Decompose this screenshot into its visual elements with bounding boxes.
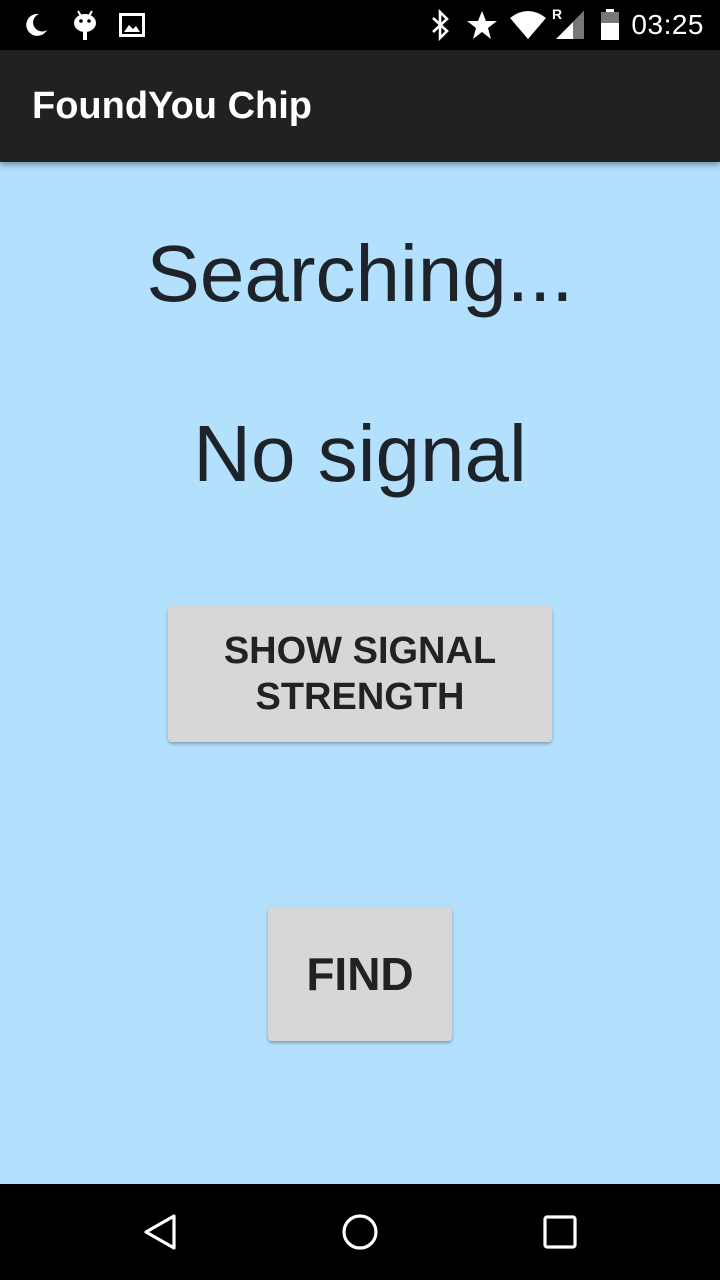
battery-icon: [598, 8, 622, 42]
signal-icon: R: [552, 6, 586, 42]
searching-status-text: Searching...: [146, 229, 574, 318]
bluetooth-icon: [428, 8, 454, 42]
back-icon[interactable]: [136, 1208, 184, 1256]
moon-icon: [20, 8, 52, 42]
home-icon[interactable]: [336, 1208, 384, 1256]
status-time: 03:25: [631, 9, 704, 40]
star-icon: [464, 8, 500, 42]
status-bar: R 03:25: [0, 0, 720, 50]
image-icon: [118, 8, 146, 42]
app-title: FoundYou Chip: [32, 85, 312, 127]
recents-icon[interactable]: [536, 1208, 584, 1256]
roaming-label: R: [552, 6, 563, 22]
show-signal-strength-button[interactable]: SHOW SIGNAL STRENGTH: [168, 606, 552, 742]
app-bar: FoundYou Chip: [0, 50, 720, 162]
navigation-bar: [0, 1184, 720, 1280]
signal-status-text: No signal: [193, 409, 527, 498]
find-button[interactable]: FIND: [268, 907, 452, 1041]
wifi-icon: [508, 8, 548, 42]
android-debug-icon: [70, 8, 100, 42]
